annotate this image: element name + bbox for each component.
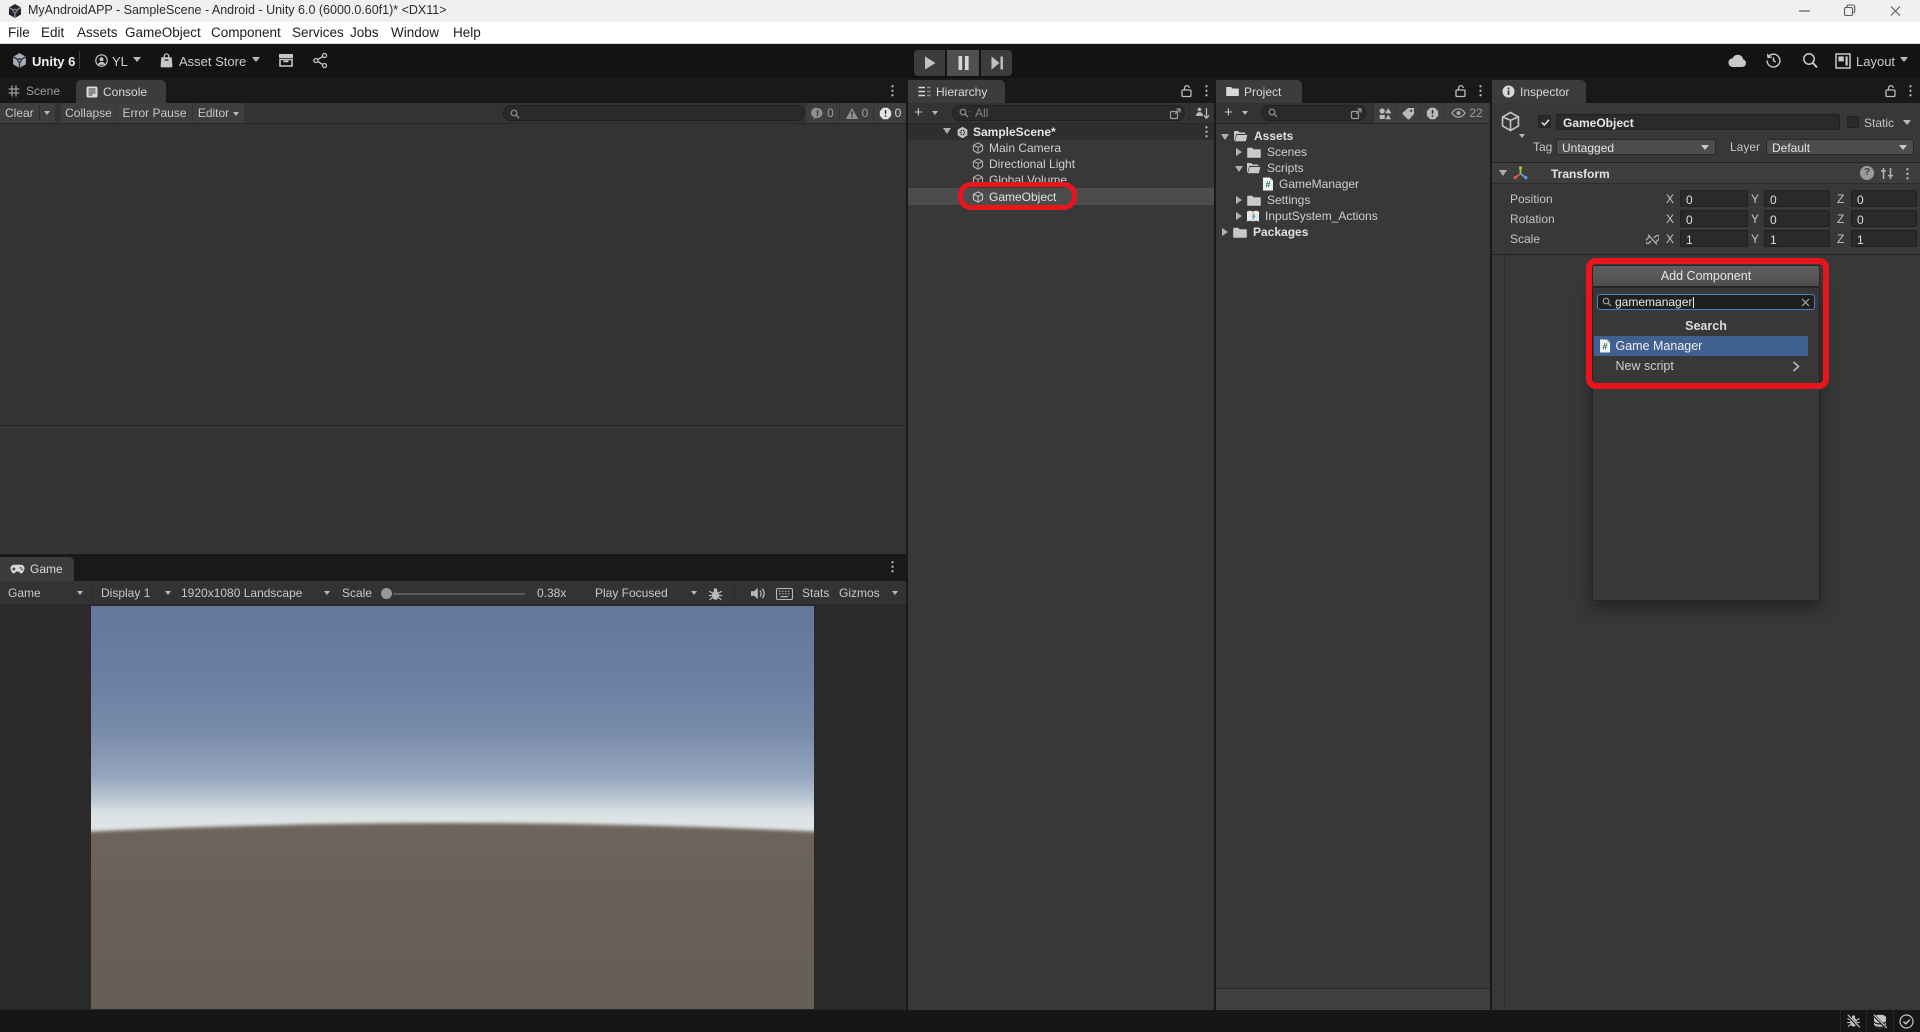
- svg-text:#: #: [1602, 342, 1607, 352]
- svg-text:#: #: [1265, 180, 1270, 190]
